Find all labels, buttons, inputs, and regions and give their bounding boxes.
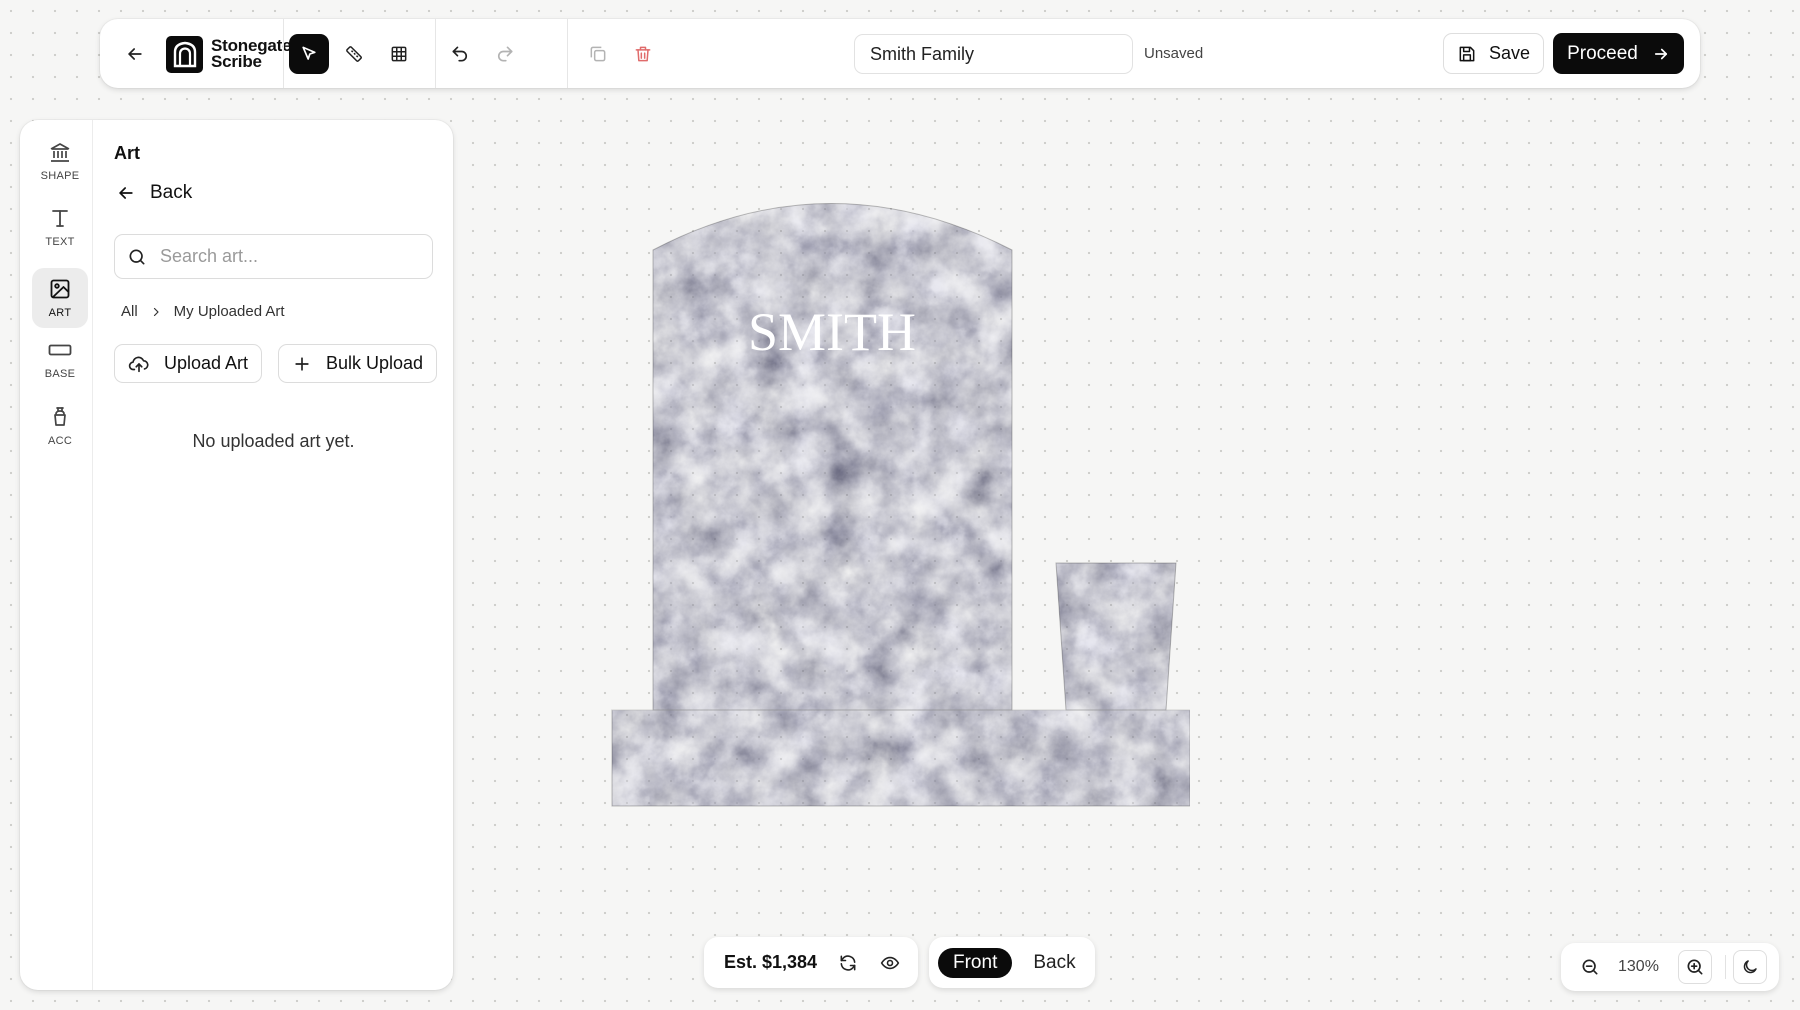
plus-icon bbox=[295, 356, 309, 371]
panel-title: Art bbox=[114, 143, 140, 163]
back-arrow-button[interactable] bbox=[115, 34, 155, 74]
save-label: Save bbox=[1488, 43, 1531, 63]
refresh-icon bbox=[840, 954, 856, 971]
back-label: Back bbox=[150, 182, 193, 203]
trash-icon bbox=[635, 46, 651, 62]
price-estimate-bar: Est. $1,384 bbox=[704, 937, 918, 988]
bulk-upload-label: Bulk Upload bbox=[326, 353, 424, 373]
copy-icon bbox=[590, 46, 606, 62]
pointer-icon bbox=[302, 46, 316, 60]
rail-item-art[interactable]: ART bbox=[32, 268, 88, 328]
toolbar-divider bbox=[567, 19, 568, 88]
rail-label: BASE bbox=[44, 368, 76, 380]
rail-item-shape[interactable]: SHAPE bbox=[32, 131, 88, 191]
redo-button[interactable] bbox=[485, 34, 525, 74]
duplicate-button[interactable] bbox=[578, 34, 618, 74]
bulk-upload-button[interactable]: Bulk Upload bbox=[278, 344, 438, 383]
refresh-estimate-button[interactable] bbox=[835, 950, 861, 976]
preview-button[interactable] bbox=[877, 950, 903, 976]
grid-icon bbox=[391, 46, 407, 62]
measure-tool-button[interactable] bbox=[334, 34, 374, 74]
ruler-icon bbox=[346, 46, 362, 62]
app-logo: Stonegate Scribe bbox=[166, 34, 292, 74]
breadcrumb-current: My Uploaded Art bbox=[173, 303, 285, 320]
redo-icon bbox=[497, 46, 513, 62]
document-name-input[interactable] bbox=[854, 34, 1133, 74]
eye-icon bbox=[880, 956, 900, 969]
zoom-in-icon bbox=[1687, 959, 1703, 975]
breadcrumb-all[interactable]: All bbox=[121, 303, 138, 320]
rail-item-accessories[interactable]: ACC bbox=[32, 396, 88, 456]
arrow-right-icon bbox=[1654, 48, 1667, 59]
save-button[interactable]: Save bbox=[1443, 33, 1544, 74]
rail-label: ACC bbox=[47, 435, 73, 447]
toolbar-divider bbox=[283, 19, 284, 88]
arrow-left-icon bbox=[119, 187, 133, 199]
arrow-left-icon bbox=[128, 48, 142, 60]
app-name: Stonegate Scribe bbox=[211, 37, 292, 71]
cloud-upload-icon bbox=[128, 356, 149, 372]
back-side-tab[interactable]: Back bbox=[1018, 948, 1090, 978]
moon-icon bbox=[1743, 960, 1757, 974]
undo-icon bbox=[452, 46, 468, 62]
panel-back-button[interactable]: Back bbox=[116, 182, 192, 204]
vase-icon bbox=[54, 407, 66, 426]
top-toolbar: Stonegate Scribe Unsaved Save Proceed bbox=[100, 19, 1700, 88]
zoom-divider bbox=[1725, 955, 1726, 979]
empty-state-message: No uploaded art yet. bbox=[192, 431, 355, 451]
zoom-controls: 130% bbox=[1561, 943, 1779, 991]
base-icon bbox=[48, 344, 72, 356]
upload-art-button[interactable]: Upload Art bbox=[114, 344, 263, 383]
floppy-disk-icon bbox=[1459, 46, 1475, 61]
zoom-in-button[interactable] bbox=[1678, 950, 1712, 984]
app-name-line2: Scribe bbox=[211, 52, 262, 71]
art-search-input[interactable] bbox=[160, 246, 410, 267]
art-search-box bbox=[114, 234, 433, 279]
rail-label: ART bbox=[48, 307, 72, 319]
grid-tool-button[interactable] bbox=[379, 34, 419, 74]
front-side-tab[interactable]: Front bbox=[938, 947, 1013, 978]
monument-canvas: SMITH bbox=[610, 200, 1190, 810]
tool-rail: SHAPE TEXT ART BASE ACC bbox=[20, 120, 93, 990]
zoom-level: 130% bbox=[1618, 958, 1659, 975]
proceed-label: Proceed bbox=[1567, 42, 1638, 64]
save-status: Unsaved bbox=[1144, 45, 1204, 62]
price-estimate: Est. $1,384 bbox=[724, 952, 818, 972]
rail-label: SHAPE bbox=[40, 170, 80, 182]
monument-icon bbox=[50, 143, 70, 162]
proceed-button[interactable]: Proceed bbox=[1553, 33, 1684, 74]
rail-item-text[interactable]: TEXT bbox=[32, 197, 88, 257]
chevron-right-icon bbox=[153, 307, 159, 316]
breadcrumb: All My Uploaded Art bbox=[121, 303, 285, 320]
left-panel: SHAPE TEXT ART BASE ACC Art Back All My … bbox=[20, 120, 453, 990]
search-icon bbox=[129, 249, 145, 264]
side-toggle: Front Back bbox=[929, 937, 1095, 988]
text-icon bbox=[52, 210, 68, 227]
select-tool-button[interactable] bbox=[289, 34, 329, 74]
delete-button[interactable] bbox=[623, 34, 663, 74]
upload-art-label: Upload Art bbox=[164, 353, 249, 373]
granite-monument[interactable] bbox=[610, 200, 1190, 810]
dark-mode-toggle[interactable] bbox=[1733, 950, 1767, 984]
toolbar-divider bbox=[435, 19, 436, 88]
zoom-out-button[interactable] bbox=[1573, 950, 1607, 984]
zoom-out-icon bbox=[1582, 959, 1598, 975]
image-icon bbox=[50, 279, 70, 299]
rail-item-base[interactable]: BASE bbox=[32, 329, 88, 389]
undo-button[interactable] bbox=[440, 34, 480, 74]
rail-label: TEXT bbox=[45, 236, 75, 248]
logo-mark-icon bbox=[166, 35, 203, 73]
inscription-text[interactable]: SMITH bbox=[748, 302, 916, 362]
